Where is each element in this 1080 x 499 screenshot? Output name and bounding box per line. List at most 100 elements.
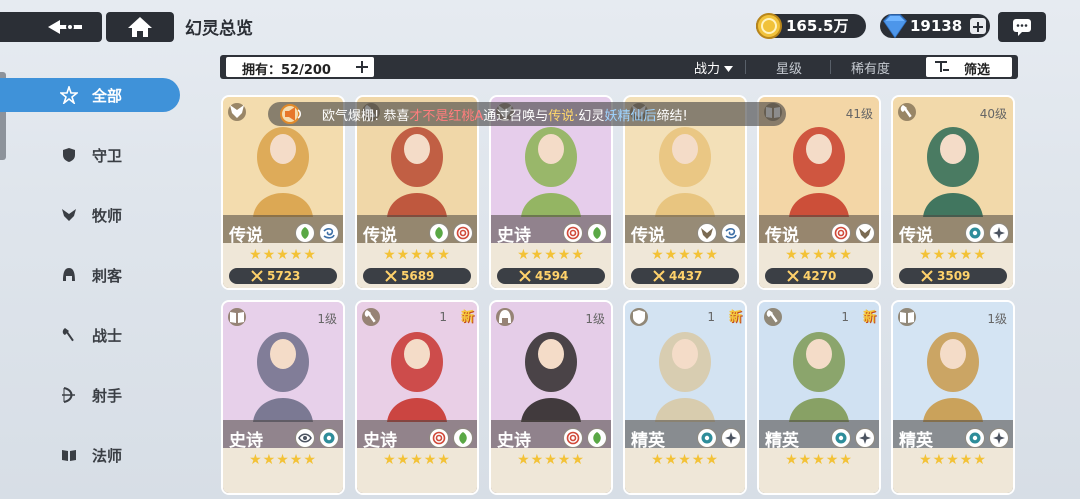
- hero-level: 1: [707, 310, 715, 324]
- combat-power-value: 4594: [535, 269, 569, 283]
- gold-value: 165.5万: [786, 17, 849, 35]
- rarity-label: 史诗: [229, 431, 263, 451]
- chat-icon: [1013, 19, 1031, 36]
- crossed-swords-icon: [385, 270, 397, 282]
- crossed-swords-icon: [653, 270, 665, 282]
- sidebar-item-guard[interactable]: 守卫: [0, 138, 180, 172]
- hood-icon: [63, 268, 75, 281]
- star-rating: ★★★★★: [919, 247, 987, 263]
- sparkle-icon: [721, 428, 741, 448]
- sidebar-item-priest[interactable]: 牧师: [0, 198, 180, 232]
- megaphone-icon: [280, 104, 301, 124]
- water-icon: [965, 223, 985, 243]
- rarity-label: 精英: [765, 431, 799, 451]
- announcement-part: 缔结!: [656, 109, 688, 124]
- swirl-icon: [831, 223, 851, 243]
- star-rating: ★★★★★: [651, 247, 719, 263]
- star-rating: ★★★★★: [383, 452, 451, 468]
- warrior-icon: [898, 103, 916, 121]
- leaf-icon: [429, 223, 449, 243]
- star-rating: ★★★★★: [785, 247, 853, 263]
- gem-icon: [883, 14, 907, 39]
- rarity-label: 传说: [363, 226, 397, 246]
- eye-icon: [295, 428, 315, 448]
- hero-level: 40级: [979, 107, 1007, 121]
- back-button[interactable]: [0, 12, 102, 42]
- sidebar-item-mage[interactable]: 法师: [0, 438, 180, 472]
- water-icon: [319, 428, 339, 448]
- combat-power: 5723: [229, 268, 337, 284]
- swirl-icon: [453, 223, 473, 243]
- water-icon: [965, 428, 985, 448]
- hero-card[interactable]: 1 新精英 ★★★★★: [623, 300, 747, 495]
- hero-card[interactable]: 1级 史诗 ★★★★★: [221, 300, 345, 495]
- hero-card[interactable]: 1 新史诗 ★★★★★: [355, 300, 479, 495]
- dropdown-arrow-icon: [724, 66, 734, 72]
- wind-icon: [319, 223, 339, 243]
- filter-button[interactable]: 筛选: [926, 57, 1012, 78]
- filter-icon: [935, 61, 949, 72]
- hero-level: 1: [439, 310, 447, 324]
- hero-card[interactable]: 1级史诗 ★★★★★: [489, 300, 613, 495]
- water-icon: [831, 428, 851, 448]
- rarity-label: 史诗: [497, 431, 531, 451]
- guard-icon: [630, 308, 648, 326]
- hero-card[interactable]: 1 新精英 ★★★★★: [757, 300, 881, 495]
- star-rating: ★★★★★: [249, 247, 317, 263]
- book-icon: [62, 450, 76, 461]
- sidebar-item-all[interactable]: 全部: [0, 78, 180, 112]
- combat-power-value: 5689: [401, 269, 435, 283]
- combat-power: 3509: [899, 268, 1007, 284]
- sidebar-item-warrior[interactable]: 战士: [0, 318, 180, 352]
- sort-stars[interactable]: 星级: [776, 58, 802, 77]
- chat-button[interactable]: [998, 12, 1046, 42]
- rarity-label: 精英: [899, 431, 933, 451]
- swirl-icon: [563, 223, 583, 243]
- star-rating: ★★★★★: [785, 452, 853, 468]
- hero-level: 1级: [585, 312, 605, 326]
- gem-value: 19138: [910, 17, 963, 35]
- axe-icon: [62, 328, 74, 342]
- rarity-label: 传说: [765, 226, 799, 246]
- hero-level: 1: [841, 310, 849, 324]
- rarity-label: 史诗: [363, 431, 397, 451]
- swirl-icon: [563, 428, 583, 448]
- warrior-icon: [764, 308, 782, 326]
- announcement-part: 欧气爆棚! 恭喜: [322, 109, 410, 124]
- top-bar: 幻灵总览 165.5万 19138: [0, 0, 1080, 58]
- announcement-part: 妖精仙后: [604, 109, 657, 124]
- wing-icon: [697, 223, 717, 243]
- warrior-icon: [362, 308, 380, 326]
- combat-power-value: 4270: [803, 269, 837, 283]
- hero-grid: 传说 ★★★★★ 5723 传说 ★★★★★ 5689 史诗 ★★★★★ 4594 传说 ★★★★★…: [221, 95, 1021, 499]
- add-gem-button[interactable]: [970, 18, 986, 34]
- rarity-label: 传说: [899, 226, 933, 246]
- page-title: 幻灵总览: [185, 19, 253, 39]
- star-rating: ★★★★★: [249, 452, 317, 468]
- divider: [830, 60, 831, 74]
- hero-level: 41级: [845, 107, 873, 121]
- hero-card[interactable]: 40级传说 ★★★★★ 3509: [891, 95, 1015, 290]
- star-rating: ★★★★★: [651, 452, 719, 468]
- wings-icon: [62, 209, 76, 221]
- hero-level: 1级: [987, 312, 1007, 326]
- home-button[interactable]: [106, 12, 174, 42]
- star-rating: ★★★★★: [517, 247, 585, 263]
- hero-card[interactable]: 1级 精英 ★★★★★: [891, 300, 1015, 495]
- sidebar-item-assassin[interactable]: 刺客: [0, 258, 180, 292]
- filter-bar: 拥有：52/200 战力 星级 稀有度 筛选: [220, 55, 1018, 79]
- mage-icon: [898, 308, 916, 326]
- combat-power: 4437: [631, 268, 739, 284]
- sidebar-item-archer[interactable]: 射手: [0, 378, 180, 412]
- leaf-icon: [587, 223, 607, 243]
- gem-counter: 19138: [880, 14, 990, 39]
- sort-power[interactable]: 战力: [694, 58, 734, 77]
- star-rating: ★★★★★: [517, 452, 585, 468]
- sort-rarity[interactable]: 稀有度: [851, 58, 890, 77]
- rarity-label: 传说: [631, 226, 665, 246]
- shield-icon: [63, 148, 75, 162]
- owned-count-box[interactable]: 拥有：52/200: [226, 57, 374, 78]
- leaf-icon: [295, 223, 315, 243]
- rarity-label: 史诗: [497, 226, 531, 246]
- sparkle-icon: [989, 428, 1009, 448]
